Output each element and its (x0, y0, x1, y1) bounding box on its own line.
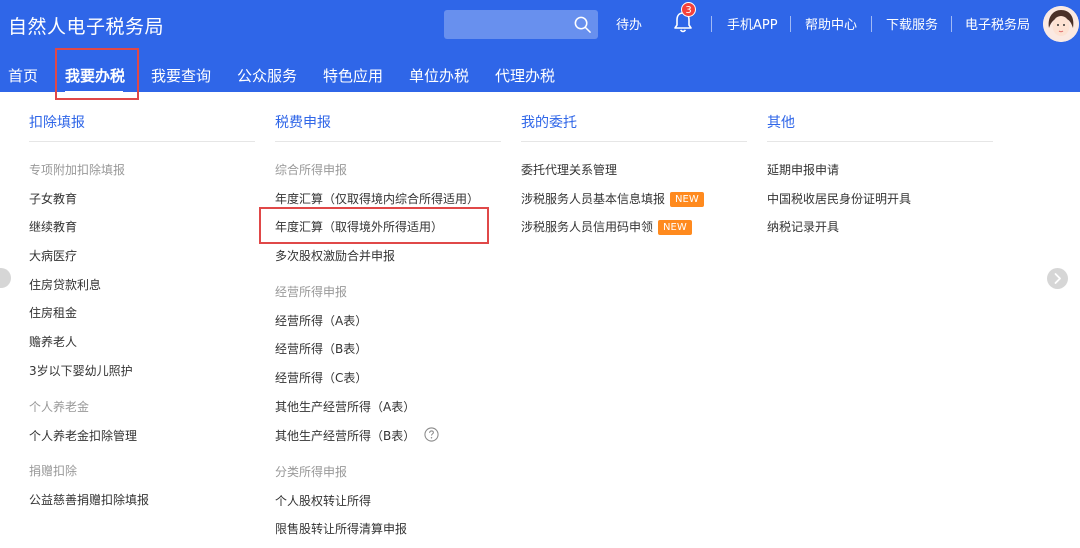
section-business-income: 经营所得申报 (275, 285, 348, 299)
menu-link-business-b[interactable]: 经营所得（B表） (275, 340, 367, 357)
nav-query[interactable]: 我要查询 (151, 65, 211, 86)
annual-overseas-highlight-box (259, 207, 489, 244)
section-comprehensive-income: 综合所得申报 (275, 163, 348, 177)
menu-link-business-a[interactable]: 经营所得（A表） (275, 312, 367, 329)
menu-link-serious-illness[interactable]: 大病医疗 (29, 247, 77, 264)
e-tax-bureau-link[interactable]: 电子税务局 (965, 14, 1030, 33)
nav-employer-tax[interactable]: 单位办税 (409, 65, 469, 86)
menu-link-label: 涉税服务人员信用码申领 (521, 220, 654, 234)
column-title-deduction: 扣除填报 (29, 115, 85, 131)
menu-link-charity-donation[interactable]: 公益慈善捐赠扣除填报 (29, 491, 149, 508)
mobile-app-link[interactable]: 手机APP (727, 14, 778, 33)
menu-link-other-business-b[interactable]: 其他生产经营所得（B表） (275, 427, 415, 444)
column-divider (521, 141, 747, 142)
menu-link-infant-care[interactable]: 3岁以下婴幼儿照护 (29, 362, 133, 379)
download-service-link[interactable]: 下载服务 (886, 14, 938, 33)
column-divider (275, 141, 501, 142)
menu-link-other-business-a[interactable]: 其他生产经营所得（A表） (275, 398, 415, 415)
app-title: 自然人电子税务局 (8, 16, 165, 38)
menu-link-elderly-support[interactable]: 赡养老人 (29, 333, 77, 350)
menu-link-business-c[interactable]: 经营所得（C表） (275, 369, 367, 386)
menu-link-annual-domestic[interactable]: 年度汇算（仅取得境内综合所得适用） (275, 190, 479, 207)
column-divider (767, 141, 993, 142)
user-avatar[interactable] (1043, 6, 1079, 42)
help-icon[interactable] (424, 427, 439, 442)
search-input[interactable] (444, 10, 598, 39)
divider (951, 16, 952, 32)
nav-public-service[interactable]: 公众服务 (237, 65, 297, 86)
divider (871, 16, 872, 32)
nav-featured-apps[interactable]: 特色应用 (323, 65, 383, 86)
avatar-icon (1043, 6, 1079, 42)
section-special-deduction: 专项附加扣除填报 (29, 163, 126, 177)
new-badge: NEW (670, 192, 704, 207)
section-classified-income: 分类所得申报 (275, 465, 348, 479)
section-personal-pension: 个人养老金 (29, 400, 90, 414)
divider (790, 16, 791, 32)
menu-link-credit-code[interactable]: 涉税服务人员信用码申领 NEW (521, 218, 692, 235)
menu-link-mortgage-interest[interactable]: 住房贷款利息 (29, 276, 101, 293)
nav-agent-tax[interactable]: 代理办税 (495, 65, 555, 86)
carousel-prev-button[interactable] (0, 268, 11, 288)
column-title-tax-filing: 税费申报 (275, 115, 331, 131)
menu-link-agency-management[interactable]: 委托代理关系管理 (521, 161, 617, 178)
menu-link-continuing-education[interactable]: 继续教育 (29, 218, 77, 235)
notification-badge: 3 (681, 2, 696, 17)
menu-link-equity-incentive[interactable]: 多次股权激励合并申报 (275, 247, 395, 264)
menu-link-deferred-filing[interactable]: 延期申报申请 (767, 161, 839, 178)
chevron-right-icon (1054, 273, 1061, 284)
menu-link-housing-rent[interactable]: 住房租金 (29, 304, 77, 321)
menu-link-equity-transfer[interactable]: 个人股权转让所得 (275, 492, 371, 509)
menu-link-pension-deduction[interactable]: 个人养老金扣除管理 (29, 427, 137, 444)
menu-link-label: 涉税服务人员基本信息填报 (521, 192, 666, 206)
column-title-other: 其他 (767, 115, 795, 131)
new-badge: NEW (658, 220, 692, 235)
divider (711, 16, 712, 32)
search-icon[interactable] (573, 15, 592, 34)
top-bar: 自然人电子税务局 待办 3 手机APP 帮助中心 下载服务 电子税务局 首页 我… (0, 0, 1080, 92)
menu-link-children-education[interactable]: 子女教育 (29, 190, 77, 207)
column-title-entrust: 我的委托 (521, 115, 577, 131)
todo-link[interactable]: 待办 (616, 14, 642, 33)
menu-link-service-staff-info[interactable]: 涉税服务人员基本信息填报 NEW (521, 190, 704, 207)
help-center-link[interactable]: 帮助中心 (805, 14, 857, 33)
menu-link-tax-record[interactable]: 纳税记录开具 (767, 218, 839, 235)
carousel-next-button[interactable] (1047, 268, 1068, 289)
nav-home[interactable]: 首页 (8, 65, 38, 86)
menu-link-tax-residency-cert[interactable]: 中国税收居民身份证明开具 (767, 190, 911, 207)
nav-highlight-box (55, 48, 139, 100)
menu-link-restricted-shares[interactable]: 限售股转让所得清算申报 (275, 520, 407, 537)
section-donation: 捐赠扣除 (29, 464, 78, 478)
column-divider (29, 141, 255, 142)
